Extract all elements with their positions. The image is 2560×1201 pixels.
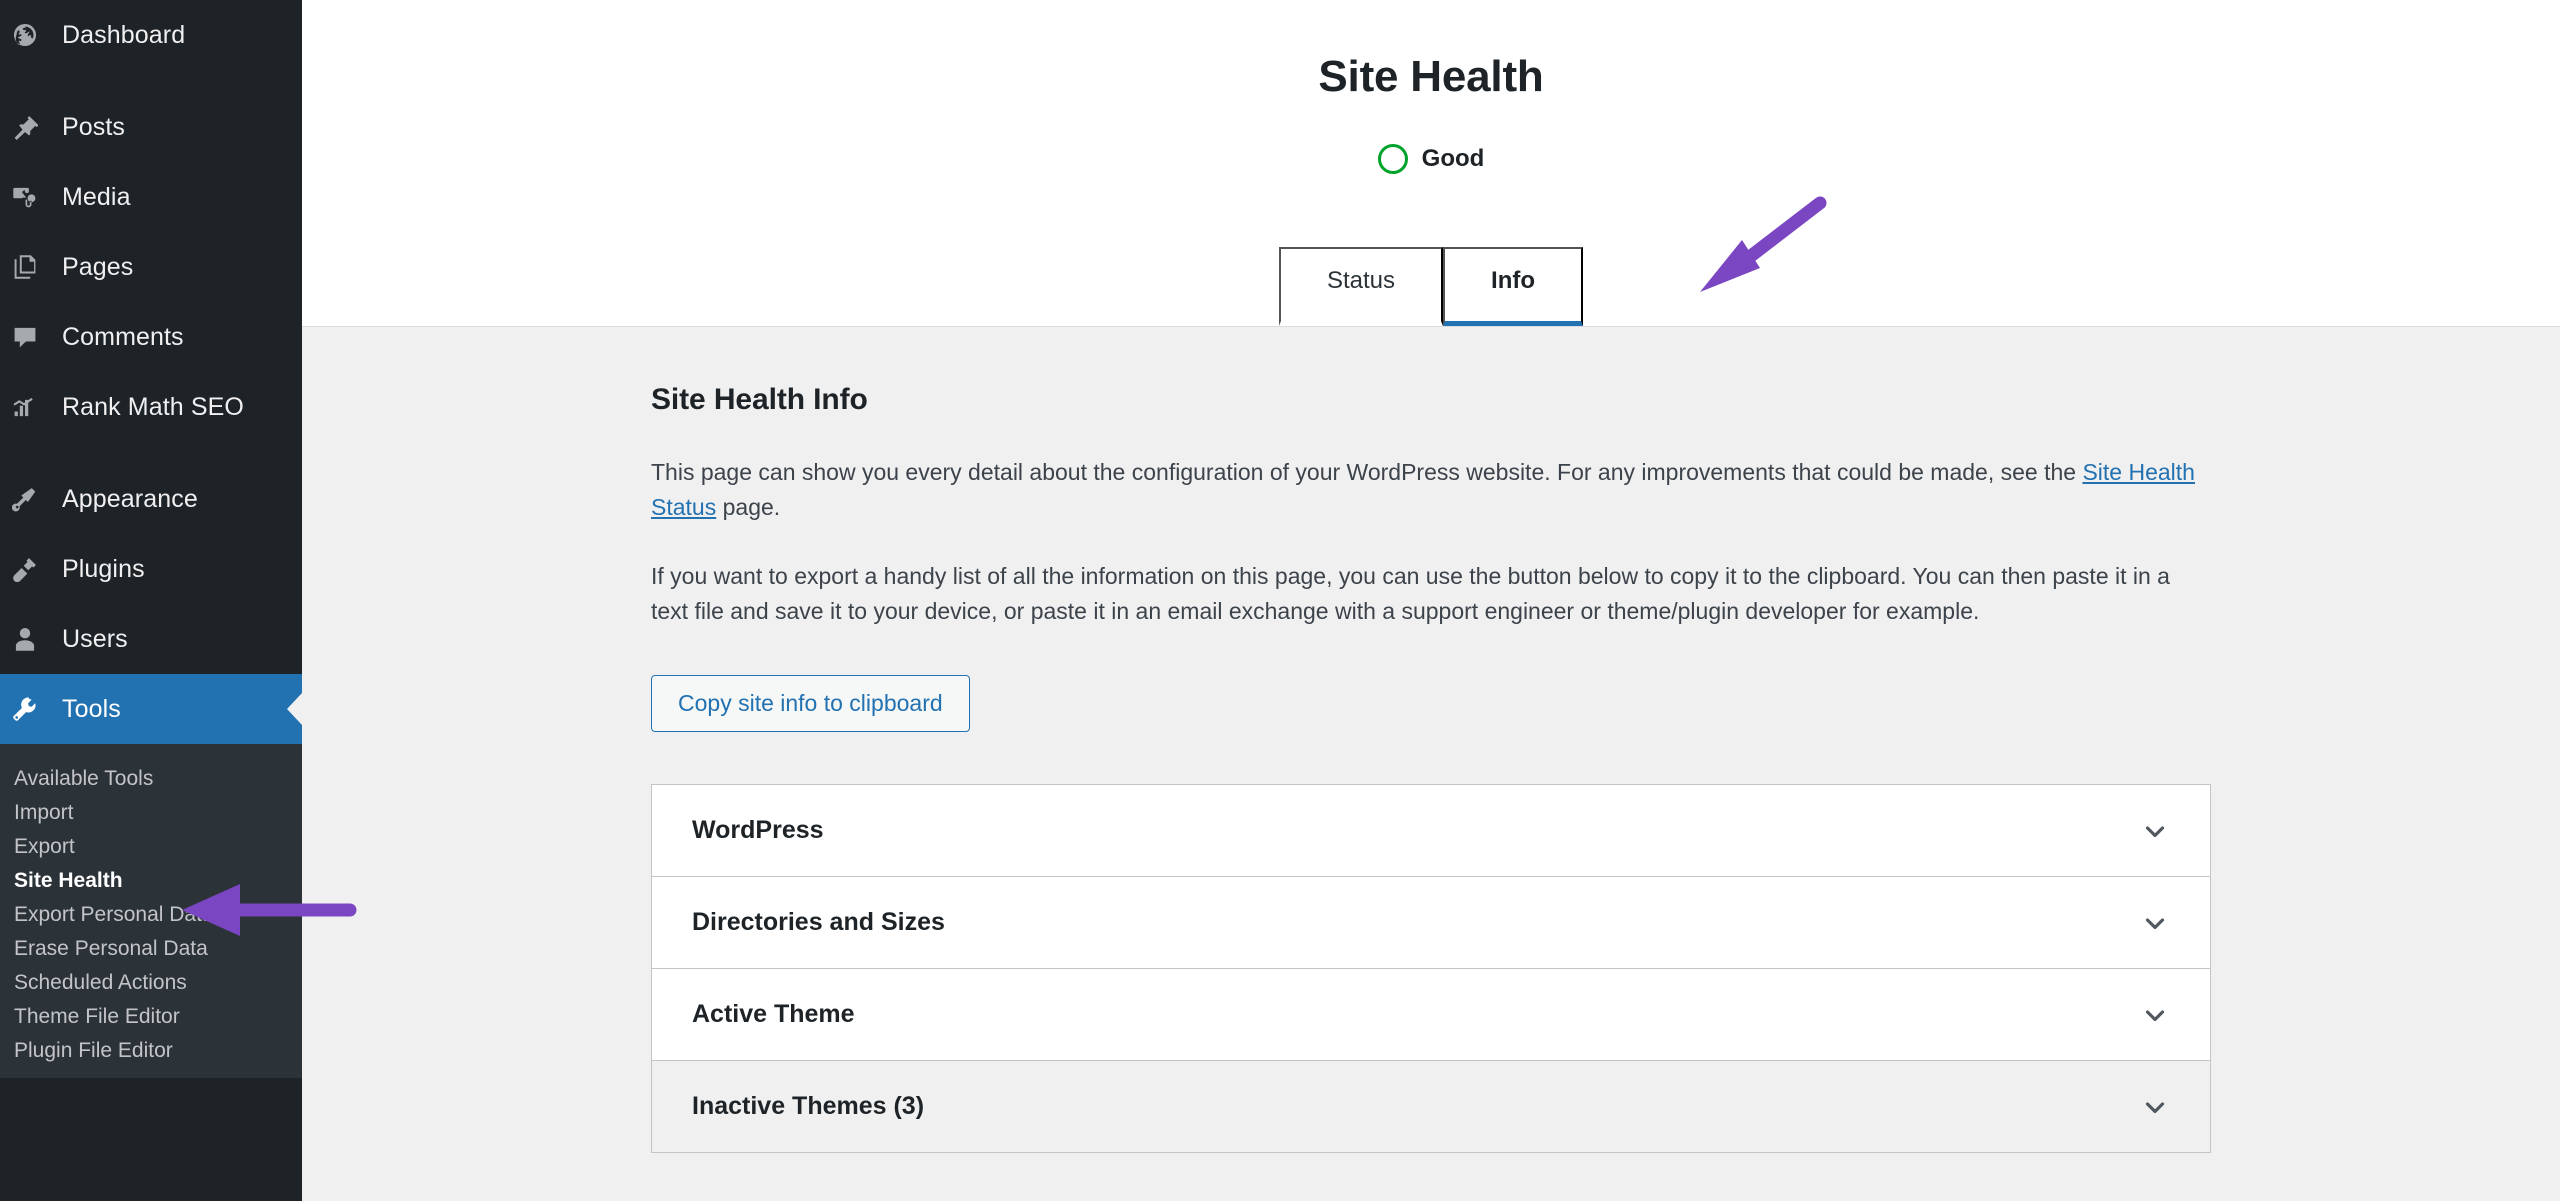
- sidebar-item-label: Plugins: [62, 554, 145, 583]
- users-icon: [12, 626, 56, 652]
- sidebar-item-label: Posts: [62, 112, 126, 141]
- accordion-row[interactable]: Active Theme: [652, 969, 2210, 1062]
- sidebar-item-label: Users: [62, 624, 128, 653]
- tab-status[interactable]: Status: [1278, 247, 1444, 326]
- tools-wrench-icon: [12, 696, 56, 722]
- sidebar-item-label: Dashboard: [62, 20, 186, 49]
- tab-info[interactable]: Info: [1443, 247, 1584, 326]
- submenu-item-plugin-file-editor[interactable]: Plugin File Editor: [0, 1030, 302, 1064]
- sidebar-item-tools[interactable]: Tools: [0, 674, 302, 744]
- admin-sidebar: Dashboard Posts Media Pages Comments Rank Mat…: [0, 0, 302, 1201]
- sidebar-item-pages[interactable]: Pages: [0, 232, 302, 302]
- intro-p1-before: This page can show you every detail abou…: [651, 459, 2083, 485]
- accordion-row[interactable]: Directories and Sizes: [652, 877, 2210, 970]
- status-label: Good: [1421, 145, 1485, 172]
- comments-icon: [12, 324, 56, 350]
- dashboard-icon: [12, 22, 56, 48]
- sidebar-item-users[interactable]: Users: [0, 604, 302, 674]
- accordion-row-label: WordPress: [692, 816, 824, 845]
- sidebar-item-appearance[interactable]: Appearance: [0, 464, 302, 534]
- site-info-accordion: WordPress Directories and Sizes Active The…: [651, 784, 2211, 1154]
- sidebar-item-label: Comments: [62, 322, 184, 351]
- accordion-row[interactable]: Inactive Themes (3): [652, 1061, 2210, 1154]
- status-ring-icon: [1377, 144, 1408, 174]
- sidebar-item-posts[interactable]: Posts: [0, 92, 302, 162]
- rank-math-icon: [12, 394, 56, 420]
- section-title: Site Health Info: [651, 383, 868, 416]
- health-tabs: Status Info: [302, 247, 2560, 326]
- chevron-down-icon[interactable]: [2140, 1092, 2170, 1122]
- site-health-header: Site Health Good Status Info: [302, 0, 2560, 327]
- accordion-row[interactable]: WordPress: [652, 785, 2210, 878]
- chevron-down-icon[interactable]: [2140, 908, 2170, 938]
- submenu-item-import[interactable]: Import: [0, 792, 302, 826]
- sidebar-item-label: Tools: [62, 694, 121, 723]
- submenu-item-theme-file-editor[interactable]: Theme File Editor: [0, 996, 302, 1030]
- plugins-plug-icon: [12, 556, 56, 582]
- sidebar-item-label: Media: [62, 182, 131, 211]
- sidebar-item-plugins[interactable]: Plugins: [0, 534, 302, 604]
- sidebar-item-dashboard[interactable]: Dashboard: [0, 0, 302, 70]
- sidebar-item-media[interactable]: Media: [0, 162, 302, 232]
- sidebar-item-label: Rank Math SEO: [62, 392, 244, 421]
- intro-p1-after: page.: [716, 493, 781, 520]
- accordion-row-label: Directories and Sizes: [692, 908, 945, 937]
- submenu-item-available-tools[interactable]: Available Tools: [0, 758, 302, 792]
- main-content: Site Health Good Status Info Site Health …: [302, 0, 2560, 1201]
- pin-icon: [12, 114, 56, 140]
- sidebar-top-menu: Dashboard Posts Media Pages Comments Rank Mat…: [0, 0, 302, 744]
- intro-paragraph-1: This page can show you every detail abou…: [651, 455, 2211, 525]
- sidebar-item-label: Appearance: [62, 484, 198, 513]
- intro-paragraph-2: If you want to export a handy list of al…: [651, 562, 2170, 624]
- wordpress-admin-screen: Dashboard Posts Media Pages Comments Rank Mat…: [0, 0, 2560, 1201]
- chevron-down-icon[interactable]: [2140, 816, 2170, 846]
- accordion-row-label: Active Theme: [692, 1000, 855, 1029]
- page-title: Site Health: [1318, 52, 1544, 101]
- appearance-brush-icon: [12, 486, 56, 512]
- copy-site-info-button[interactable]: Copy site info to clipboard: [651, 674, 970, 733]
- submenu-item-export[interactable]: Export: [0, 826, 302, 860]
- submenu-item-erase-personal-data[interactable]: Erase Personal Data: [0, 928, 302, 962]
- sidebar-item-comments[interactable]: Comments: [0, 302, 302, 372]
- accordion-row-label: Inactive Themes (3): [692, 1092, 925, 1121]
- chevron-down-icon[interactable]: [2140, 1000, 2170, 1030]
- health-status-indicator: Good: [302, 144, 2560, 174]
- pages-icon: [12, 254, 56, 280]
- site-health-info-body: Site Health Info This page can show you …: [651, 327, 2211, 1154]
- submenu-item-export-personal-data[interactable]: Export Personal Data: [0, 894, 302, 928]
- sidebar-item-rank-math-seo[interactable]: Rank Math SEO: [0, 372, 302, 442]
- media-icon: [12, 184, 56, 210]
- tools-submenu: Available Tools Import Export Site Health Ex…: [0, 744, 302, 1078]
- submenu-item-scheduled-actions[interactable]: Scheduled Actions: [0, 962, 302, 996]
- sidebar-item-label: Pages: [62, 252, 134, 281]
- submenu-item-site-health[interactable]: Site Health: [0, 860, 302, 894]
